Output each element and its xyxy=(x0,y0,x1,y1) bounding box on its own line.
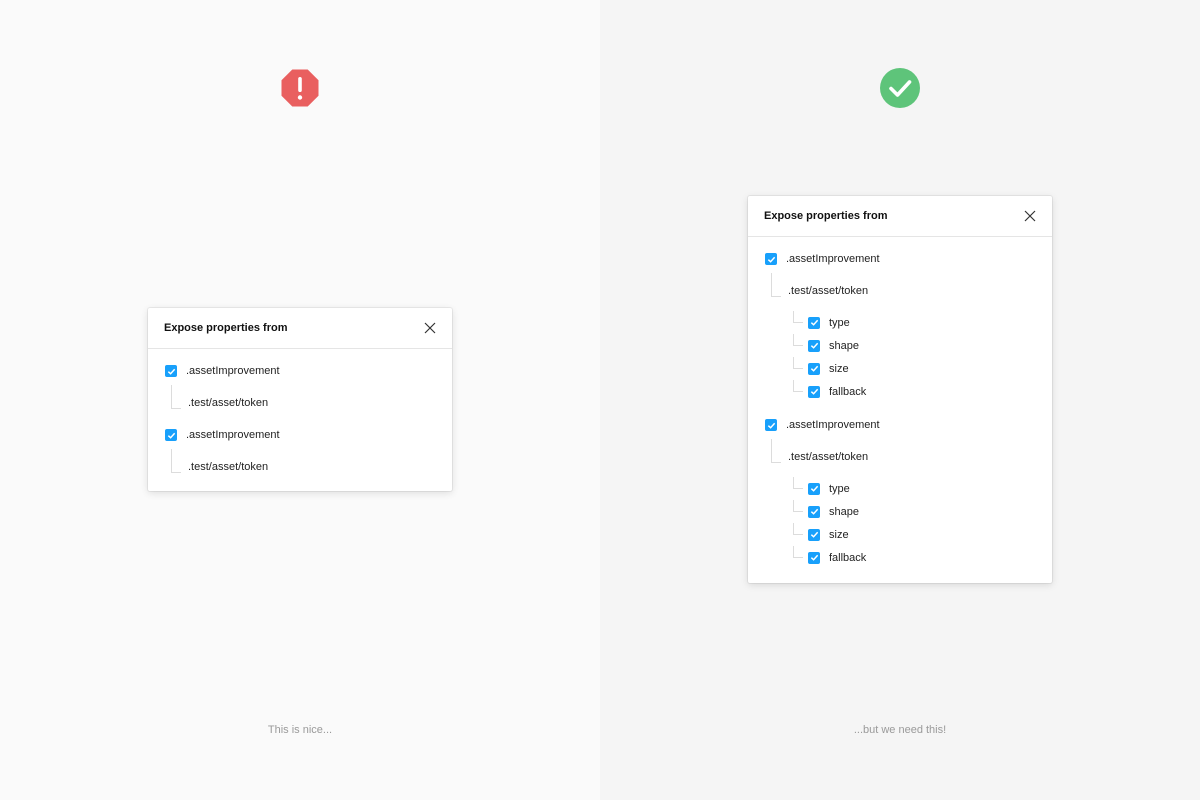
checkmark-icon xyxy=(810,485,818,492)
property-checkbox[interactable] xyxy=(808,362,820,375)
asset-checkbox[interactable] xyxy=(765,419,777,431)
property-row[interactable]: type xyxy=(748,477,1052,500)
tree-connector xyxy=(771,273,781,297)
property-checkbox[interactable] xyxy=(808,551,820,564)
asset-row[interactable]: .assetImprovement xyxy=(748,247,1052,271)
asset-name: .assetImprovement xyxy=(186,365,280,377)
property-checkbox[interactable] xyxy=(808,339,820,352)
asset-group: .assetImprovement .test/asset/token type xyxy=(748,247,1052,413)
property-name: size xyxy=(829,362,849,375)
checkmark-icon xyxy=(810,319,818,326)
close-button[interactable] xyxy=(422,320,438,336)
property-list: type shape size fallback xyxy=(748,311,1052,413)
asset-row[interactable]: .assetImprovement xyxy=(148,423,452,447)
asset-group: .assetImprovement .test/asset/token xyxy=(148,359,452,423)
tree-connector xyxy=(793,500,803,512)
asset-path: .test/asset/token xyxy=(788,451,869,463)
property-checkbox[interactable] xyxy=(808,385,820,398)
tree-connector xyxy=(793,477,803,489)
close-button[interactable] xyxy=(1022,208,1038,224)
check-circle-icon xyxy=(880,68,920,108)
asset-path-row: .test/asset/token xyxy=(748,437,1052,477)
checkmark-icon xyxy=(810,554,818,561)
tree-connector xyxy=(793,523,803,535)
asset-path-row: .test/asset/token xyxy=(748,271,1052,311)
caption: ...but we need this! xyxy=(853,724,947,736)
checkmark-icon xyxy=(767,422,775,429)
asset-checkbox[interactable] xyxy=(165,429,177,441)
right-comparison-panel: Expose properties from .assetImprovement xyxy=(600,0,1200,800)
asset-path: .test/asset/token xyxy=(788,285,869,297)
property-row[interactable]: size xyxy=(748,357,1052,380)
checkmark-icon xyxy=(167,432,175,439)
asset-name: .assetImprovement xyxy=(186,429,280,441)
property-checkbox[interactable] xyxy=(808,482,820,495)
property-row[interactable]: shape xyxy=(748,334,1052,357)
dialog-title: Expose properties from xyxy=(164,322,288,334)
property-checkbox[interactable] xyxy=(808,505,820,518)
close-icon xyxy=(1024,210,1036,222)
tree-connector xyxy=(171,385,181,409)
property-name: type xyxy=(829,482,850,495)
property-row[interactable]: fallback xyxy=(748,380,1052,403)
dialog-body: .assetImprovement .test/asset/token type xyxy=(748,237,1052,583)
asset-name: .assetImprovement xyxy=(786,253,880,265)
asset-name: .assetImprovement xyxy=(786,419,880,431)
dialog-body: .assetImprovement .test/asset/token .ass… xyxy=(148,349,452,491)
checkmark-icon xyxy=(810,531,818,538)
alert-octagon-icon xyxy=(280,68,320,108)
left-comparison-panel: Expose properties from .assetImprovement… xyxy=(0,0,600,800)
asset-path: .test/asset/token xyxy=(188,397,269,409)
tree-connector xyxy=(793,546,803,558)
checkmark-icon xyxy=(810,342,818,349)
checkmark-icon xyxy=(767,256,775,263)
checkmark-icon xyxy=(810,365,818,372)
caption: This is nice... xyxy=(267,724,333,736)
tree-connector xyxy=(793,357,803,369)
property-checkbox[interactable] xyxy=(808,528,820,541)
asset-group: .assetImprovement .test/asset/token xyxy=(148,423,452,487)
property-checkbox[interactable] xyxy=(808,316,820,329)
expose-properties-dialog: Expose properties from .assetImprovement… xyxy=(148,308,452,491)
checkmark-icon xyxy=(810,388,818,395)
property-row[interactable]: fallback xyxy=(748,546,1052,569)
asset-group: .assetImprovement .test/asset/token type xyxy=(748,413,1052,579)
property-name: shape xyxy=(829,505,859,518)
asset-checkbox[interactable] xyxy=(165,365,177,377)
tree-connector xyxy=(793,311,803,323)
expose-properties-dialog: Expose properties from .assetImprovement xyxy=(748,196,1052,583)
tree-connector xyxy=(771,439,781,463)
property-name: size xyxy=(829,528,849,541)
property-list: type shape size fallback xyxy=(748,477,1052,579)
property-row[interactable]: size xyxy=(748,523,1052,546)
tree-connector xyxy=(793,380,803,392)
asset-row[interactable]: .assetImprovement xyxy=(748,413,1052,437)
property-name: type xyxy=(829,316,850,329)
tree-connector xyxy=(793,334,803,346)
dialog-title: Expose properties from xyxy=(764,210,888,222)
checkmark-icon xyxy=(810,508,818,515)
asset-checkbox[interactable] xyxy=(765,253,777,265)
asset-path-row: .test/asset/token xyxy=(148,383,452,423)
asset-row[interactable]: .assetImprovement xyxy=(148,359,452,383)
dialog-header: Expose properties from xyxy=(148,308,452,349)
asset-path-row: .test/asset/token xyxy=(148,447,452,487)
asset-path: .test/asset/token xyxy=(188,461,269,473)
property-name: fallback xyxy=(829,385,867,398)
property-row[interactable]: type xyxy=(748,311,1052,334)
property-row[interactable]: shape xyxy=(748,500,1052,523)
property-name: fallback xyxy=(829,551,867,564)
close-icon xyxy=(424,322,436,334)
dialog-header: Expose properties from xyxy=(748,196,1052,237)
checkmark-icon xyxy=(167,368,175,375)
property-name: shape xyxy=(829,339,859,352)
tree-connector xyxy=(171,449,181,473)
